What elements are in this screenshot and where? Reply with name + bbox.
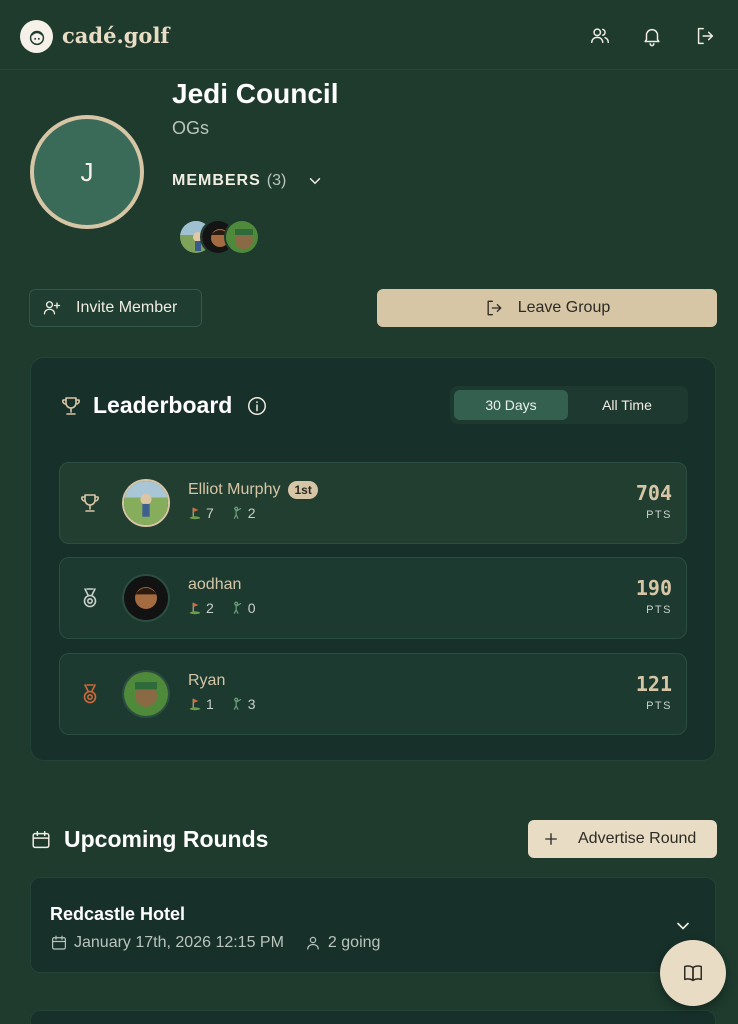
golfer-icon [233, 697, 241, 710]
top-bar: cadé.golf [0, 0, 738, 70]
leave-group-button[interactable]: Leave Group [377, 289, 717, 327]
golfer-icon [233, 506, 241, 519]
group-initial: J [80, 156, 94, 187]
round-datetime: January 17th, 2026 12:15 PM [50, 934, 284, 952]
stat-value: 0 [247, 600, 256, 616]
wins-stat: 2 [230, 505, 256, 521]
members-toggle[interactable]: MEMBERS (3) [172, 172, 324, 190]
logout-icon[interactable] [694, 25, 716, 47]
flag-icon [189, 602, 201, 615]
toggle-all-time[interactable]: All Time [570, 390, 684, 420]
calendar-icon [32, 830, 50, 848]
brand-name[interactable]: cadé.golf [62, 23, 169, 48]
round-card[interactable]: Redcastle Hotel January 17th, 2026 12:15… [30, 877, 716, 973]
members-count: (3) [266, 172, 287, 189]
stat-value: 2 [206, 600, 214, 616]
group-subtitle: OGs [172, 118, 210, 138]
wins-stat: 3 [230, 696, 256, 712]
stat-value: 3 [247, 696, 256, 712]
avatar[interactable] [122, 574, 170, 622]
flag-icon [189, 698, 201, 711]
stat-value: 7 [206, 505, 214, 521]
bronze-medal-icon [83, 684, 97, 704]
round-name: Redcastle Hotel [50, 904, 186, 924]
wins-stat: 0 [230, 600, 256, 616]
group-title: Jedi Council [172, 78, 339, 109]
points-block: 121 PTS [636, 672, 672, 712]
player-name[interactable]: Elliot Murphy [188, 481, 280, 499]
calendar-icon [52, 935, 66, 950]
advertise-round-label: Advertise Round [578, 830, 697, 847]
player-stats: 7 2 [188, 505, 256, 521]
toggle-30-days[interactable]: 30 Days [454, 390, 568, 420]
golfer-logo-icon [29, 30, 44, 45]
rounds-stat: 2 [188, 600, 214, 616]
flag-icon [189, 507, 201, 520]
round-attendance: 2 going [304, 934, 381, 952]
avatar[interactable] [122, 670, 170, 718]
player-name-row: Ryan [188, 672, 225, 690]
chevron-down-icon[interactable] [673, 916, 693, 936]
player-stats: 1 3 [188, 696, 256, 712]
leaderboard-row[interactable]: aodhan 2 0 190 PTS [59, 557, 687, 639]
rounds-stat: 1 [188, 696, 214, 712]
leaderboard-title: Leaderboard [93, 392, 233, 418]
book-icon [684, 965, 702, 982]
avatar[interactable] [122, 479, 170, 527]
trophy-icon [62, 396, 80, 415]
advertise-round-button[interactable]: Advertise Round [528, 820, 717, 858]
points-label: PTS [646, 604, 672, 616]
player-name-row: aodhan [188, 576, 241, 594]
round-card[interactable] [30, 1010, 716, 1024]
points-block: 704 PTS [636, 481, 672, 521]
silver-medal-icon [83, 588, 97, 608]
golfer-icon [233, 601, 241, 614]
points-label: PTS [646, 700, 672, 712]
stat-value: 2 [247, 505, 256, 521]
user-icon [307, 936, 319, 950]
leaderboard-header: Leaderboard [59, 392, 268, 419]
logout-icon [487, 300, 502, 316]
player-name-row: Elliot Murphy 1st [188, 481, 318, 499]
round-datetime-text: January 17th, 2026 12:15 PM [74, 934, 284, 951]
guide-button[interactable] [660, 940, 726, 1006]
period-toggle: 30 Days All Time [450, 386, 688, 424]
trophy-icon [81, 494, 99, 512]
points-label: PTS [646, 509, 672, 521]
points-value: 190 [635, 576, 672, 600]
rank-badge: 1st [288, 481, 318, 499]
player-name[interactable]: aodhan [188, 576, 241, 594]
rounds-stat: 7 [188, 505, 214, 521]
avatar[interactable] [224, 219, 260, 255]
upcoming-title: Upcoming Rounds [64, 826, 269, 852]
stat-value: 1 [206, 696, 214, 712]
leave-group-label: Leave Group [517, 299, 611, 316]
upcoming-header: Upcoming Rounds [30, 826, 268, 853]
invite-member-label: Invite Member [76, 299, 178, 316]
round-meta: January 17th, 2026 12:15 PM 2 going [50, 934, 380, 952]
player-name[interactable]: Ryan [188, 672, 225, 690]
points-value: 704 [635, 481, 672, 505]
users-icon[interactable] [589, 25, 611, 47]
members-label: MEMBERS [172, 172, 261, 189]
plus-icon [545, 833, 557, 845]
player-stats: 2 0 [188, 600, 256, 616]
points-block: 190 PTS [636, 576, 672, 616]
chevron-down-icon[interactable] [306, 172, 324, 190]
points-value: 121 [635, 672, 672, 696]
brand-logo[interactable] [20, 20, 53, 53]
round-going-text: 2 going [327, 934, 381, 951]
leaderboard-row[interactable]: Ryan 1 3 121 PTS [59, 653, 687, 735]
invite-member-button[interactable]: Invite Member [29, 289, 202, 327]
leaderboard-row[interactable]: Elliot Murphy 1st 7 2 704 PTS [59, 462, 687, 544]
group-avatar: J [30, 115, 144, 229]
leaderboard-card: Leaderboard 30 Days All Time Elliot Murp… [30, 357, 716, 761]
info-icon[interactable] [246, 395, 268, 417]
add-user-icon [43, 301, 61, 315]
bell-icon[interactable] [641, 25, 663, 47]
